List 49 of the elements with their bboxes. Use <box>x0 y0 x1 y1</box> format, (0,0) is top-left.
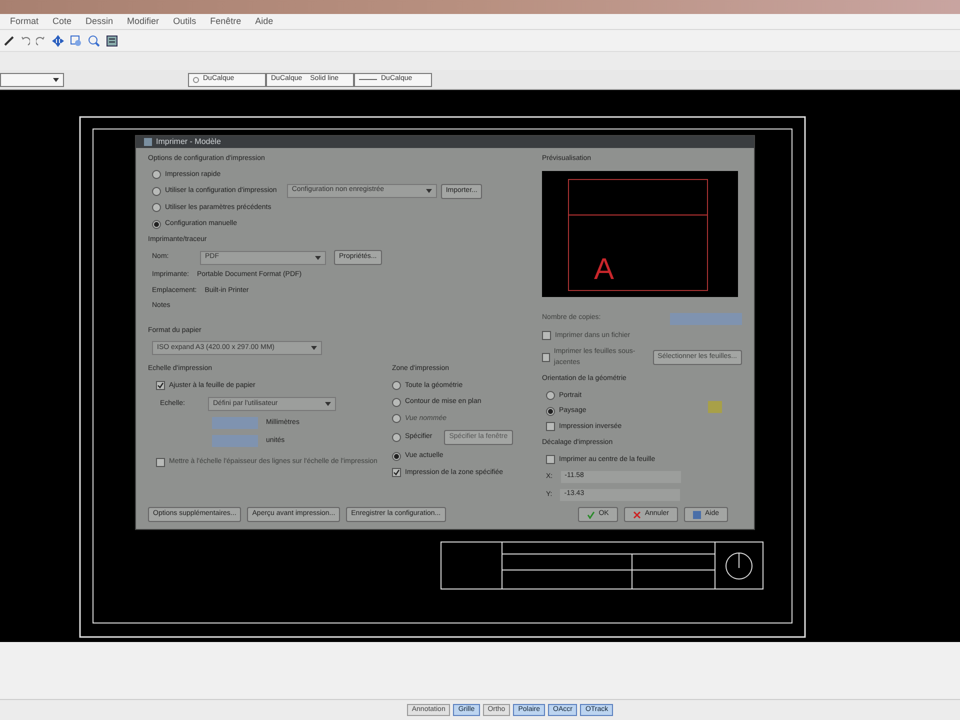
checkbox[interactable] <box>542 331 551 340</box>
caret-icon <box>426 188 432 192</box>
caret-icon <box>53 78 59 82</box>
radio-button[interactable] <box>392 452 401 461</box>
checkmark-icon <box>586 510 595 518</box>
caret-icon <box>311 346 317 350</box>
menu-item[interactable]: Aide <box>255 14 274 28</box>
radio-button[interactable] <box>152 186 161 196</box>
caret-icon <box>315 256 321 260</box>
checkbox[interactable] <box>156 381 165 390</box>
pencil-icon[interactable] <box>4 36 14 46</box>
radio-button[interactable] <box>392 433 401 442</box>
radio-button[interactable] <box>392 398 401 407</box>
undo-icon[interactable] <box>20 36 30 46</box>
radio-button[interactable] <box>152 203 161 212</box>
color-swatch-icon <box>193 76 199 82</box>
caret-icon <box>325 402 331 406</box>
radio-button[interactable] <box>546 391 555 400</box>
zoom-previous-icon[interactable] <box>88 34 100 46</box>
menu-item[interactable]: Outils <box>173 14 196 28</box>
dialog-title: Imprimer - Modèle <box>156 136 221 148</box>
preview-letter: A <box>594 254 614 284</box>
menu-item[interactable]: Dessin <box>86 14 114 28</box>
app-icon <box>144 138 152 146</box>
radio-button[interactable] <box>152 220 161 229</box>
help-icon <box>692 510 701 518</box>
input-field[interactable] <box>212 417 258 429</box>
layer-dropdown[interactable] <box>0 72 64 86</box>
line-sample-icon <box>359 78 377 80</box>
redo-icon[interactable] <box>36 36 46 46</box>
copies-field[interactable] <box>670 312 742 324</box>
checkbox[interactable] <box>392 468 401 478</box>
radio-button[interactable] <box>546 406 555 416</box>
checkbox[interactable] <box>542 353 550 362</box>
checkbox[interactable] <box>156 458 165 467</box>
pan-icon[interactable] <box>52 34 64 46</box>
menu-item[interactable]: Cote <box>52 14 72 28</box>
radio-button[interactable] <box>152 170 161 180</box>
input-field[interactable] <box>212 435 258 447</box>
orientation-icon <box>708 400 722 412</box>
menu-item[interactable]: Format <box>10 14 39 28</box>
radio-button[interactable] <box>392 381 401 390</box>
checkbox[interactable] <box>546 455 555 464</box>
properties-icon[interactable] <box>106 34 118 46</box>
menu-item[interactable]: Modifier <box>127 14 160 28</box>
zoom-window-icon[interactable] <box>70 34 82 46</box>
checkbox[interactable] <box>546 422 555 432</box>
menu-item[interactable]: Fenêtre <box>210 14 242 28</box>
close-icon <box>632 510 641 518</box>
